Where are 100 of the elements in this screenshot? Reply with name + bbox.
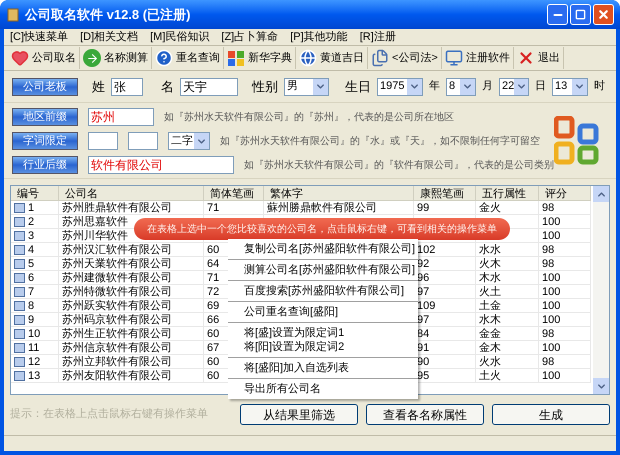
dropdown[interactable]: 22: [499, 78, 529, 96]
menu-item[interactable]: 复制公司名[苏州盛阳软件有限公司]: [228, 242, 418, 256]
table-cell: 10: [28, 326, 40, 340]
menu-item[interactable]: 将[盛]设置为限定词1: [228, 326, 418, 340]
option-button[interactable]: 字词限定: [12, 132, 78, 150]
scrollbar[interactable]: [593, 186, 609, 394]
table-cell: 6: [28, 270, 34, 284]
menu-item[interactable]: [P]其他功能: [290, 28, 348, 46]
day-label: 日: [535, 79, 546, 94]
word-field[interactable]: [128, 132, 158, 150]
table-cell: 金火: [479, 200, 501, 214]
dropdown[interactable]: 13: [552, 78, 588, 96]
table-cell: 苏州信京软件有限公司: [62, 340, 172, 354]
table-cell: 4: [28, 242, 34, 256]
table-cell: 102: [417, 242, 436, 256]
table-cell: 苏州码京软件有限公司: [62, 312, 172, 326]
menu-item[interactable]: 公司重名查询[盛阳]: [228, 305, 418, 319]
menu-item[interactable]: 百度搜索[苏州盛阳软件有限公司]: [228, 284, 418, 298]
column-header[interactable]: 康熙笔画: [414, 186, 476, 200]
menu-item[interactable]: 将[盛阳]加入自选列表: [228, 361, 418, 375]
prefix-field[interactable]: 苏州: [88, 108, 154, 126]
table-cell: 92: [417, 256, 430, 270]
documents-icon: [371, 49, 389, 67]
action-button[interactable]: 从结果里筛选: [240, 404, 358, 425]
table-cell: 苏州跃实软件有限公司: [62, 298, 172, 312]
menu-item[interactable]: 测算公司名[苏州盛阳软件有限公司]: [228, 263, 418, 277]
table-cell: 100: [542, 284, 560, 298]
name-field[interactable]: 天宇: [180, 78, 238, 96]
row-icon: [14, 202, 25, 212]
table-cell: 98: [542, 326, 554, 340]
table-cell: 苏州川华软件: [62, 228, 128, 242]
toolbar-button[interactable]: <公司法>: [368, 47, 442, 69]
option-button[interactable]: 公司老板: [12, 78, 78, 96]
row-icon: [14, 258, 25, 268]
column-header[interactable]: 繁体字: [264, 186, 414, 200]
table-cell: 火木: [479, 256, 501, 270]
table-cell: 12: [28, 354, 40, 368]
table-cell: 100: [542, 298, 560, 312]
menu-item[interactable]: [R]注册: [360, 28, 396, 46]
table-cell: 火土: [479, 284, 501, 298]
dropdown[interactable]: 8: [446, 78, 476, 96]
row-icon: [14, 300, 25, 310]
dropdown[interactable]: 二字: [168, 132, 210, 150]
option-button[interactable]: 地区前缀: [12, 108, 78, 126]
toolbar-button[interactable]: 退出: [514, 47, 564, 69]
table-cell: 100: [542, 270, 560, 284]
hint-text: 如『苏州水天软件有限公司』的『苏州』，代表的是公司所在地区: [164, 110, 454, 124]
action-button[interactable]: 生成: [492, 404, 610, 425]
surname-field[interactable]: 张: [111, 78, 143, 96]
table-cell: 91: [417, 340, 430, 354]
menu-item[interactable]: [M]民俗知识: [150, 28, 210, 46]
table-cell: 98: [542, 256, 554, 270]
dropdown[interactable]: 1975: [377, 78, 423, 96]
menu-item[interactable]: 导出所有公司名: [228, 382, 418, 396]
table-cell: 金木: [479, 340, 501, 354]
row-icon: [14, 328, 25, 338]
toolbar-button[interactable]: 名称测算: [80, 47, 152, 69]
table-cell: 60: [207, 242, 220, 256]
toolbar-button[interactable]: 黄道吉日: [296, 47, 368, 69]
table-cell: 72: [207, 284, 220, 298]
toolbar-button[interactable]: 公司取名: [8, 47, 80, 69]
table-cell: 苏州思嘉软件: [62, 214, 128, 228]
toolbar-button[interactable]: 重名查询: [152, 47, 224, 69]
menu-item[interactable]: 将[阳]设置为限定词2: [228, 340, 418, 354]
table-cell: 100: [542, 312, 560, 326]
tooltip-banner: 在表格上选中一个您比较喜欢的公司名，点击鼠标右键，可看到相关的操作菜单: [134, 218, 510, 240]
suffix-field[interactable]: 软件有限公司: [88, 156, 234, 174]
toolbar-button[interactable]: 注册软件: [442, 47, 514, 69]
column-header[interactable]: 五行属性: [476, 186, 539, 200]
hint-text: 如『苏州水天软件有限公司』的『水』或『天』，如不限制任何字可留空: [220, 134, 540, 148]
menu-item[interactable]: [C]快速菜单: [10, 28, 68, 46]
word-field[interactable]: [88, 132, 118, 150]
menu-item[interactable]: [Z]占卜算命: [221, 28, 278, 46]
action-button[interactable]: 查看各名称属性: [366, 404, 484, 425]
column-header[interactable]: 编号: [11, 186, 59, 200]
column-header[interactable]: 评分: [539, 186, 591, 200]
maximize-button[interactable]: [570, 4, 591, 25]
gender-label: 性别: [252, 78, 278, 96]
dropdown[interactable]: 男: [284, 78, 329, 96]
window-title: 公司取名软件 v12.8 (已注册): [25, 6, 190, 24]
heart-icon: [11, 49, 29, 67]
row-icon: [14, 216, 25, 226]
surname-label: 姓: [92, 78, 105, 96]
menu-item[interactable]: [D]相关文档: [80, 28, 138, 46]
option-button[interactable]: 行业后缀: [12, 156, 78, 174]
toolbar-button[interactable]: 新华字典: [224, 47, 296, 69]
table-cell: 98: [542, 200, 554, 214]
close-icon: [597, 8, 610, 21]
table-cell: 98: [542, 242, 554, 256]
close-button[interactable]: [593, 4, 614, 25]
maximize-icon: [575, 9, 586, 20]
table-cell: 8: [28, 298, 34, 312]
column-header[interactable]: 公司名: [59, 186, 204, 200]
table-cell: 60: [207, 326, 220, 340]
table-cell: 64: [207, 256, 220, 270]
minimize-button[interactable]: [547, 4, 568, 25]
column-header[interactable]: 简体笔画: [204, 186, 264, 200]
table-cell: 2: [28, 214, 34, 228]
table-cell: 苏州天業软件有限公司: [62, 256, 172, 270]
table-cell: 100: [542, 214, 560, 228]
